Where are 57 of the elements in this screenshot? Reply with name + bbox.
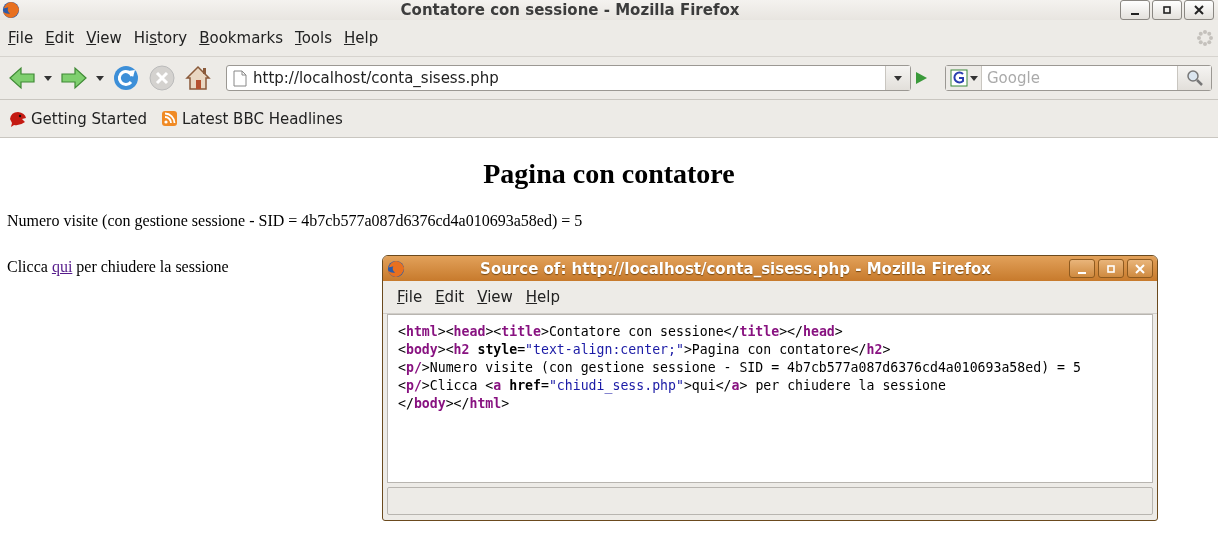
search-field[interactable]: Google [945, 65, 1212, 91]
page-heading: Pagina con contatore [482, 158, 736, 190]
minimize-icon [1131, 13, 1139, 15]
code-line: <body><h2 style="text-align:center;">Pagina con contatore</h2> [398, 342, 891, 357]
menu-item[interactable]: View [471, 288, 520, 306]
history-dropdown-button[interactable] [885, 66, 910, 90]
window-title: Contatore con sessione - Mozilla Firefox [399, 1, 741, 19]
code-line: <p/>Numero visite (con gestione sessione - SID = 4b7cb577a087d6376cd4a010693a58ed) = 5 [398, 360, 1081, 375]
code-line: </body></html> [398, 396, 510, 411]
menu-item[interactable]: Help [337, 27, 385, 49]
play-icon [913, 70, 929, 86]
minimize-icon [1078, 271, 1086, 274]
firefox-logo-icon [2, 1, 20, 19]
rss-feed-icon [161, 109, 179, 128]
menu-item[interactable]: File [2, 27, 40, 49]
right-arrow-icon [60, 66, 88, 90]
address-field[interactable]: http://localhost/conta_sisess.php [226, 65, 911, 91]
maximize-button[interactable] [1152, 0, 1182, 20]
forward-history-button[interactable] [94, 73, 106, 83]
caret-icon [894, 75, 902, 81]
back-history-button[interactable] [42, 73, 54, 83]
caret-icon [96, 75, 104, 81]
search-icon [1185, 69, 1204, 87]
code-line: <html><head><title>Contatore con sessione</title></head> [398, 324, 843, 339]
menu-item[interactable]: Help [519, 288, 567, 306]
code-line: <p/>Clicca <a href="chiudi_sess.php">qui</a> per chiudere la sessione [398, 378, 946, 393]
maximize-icon [1162, 5, 1172, 15]
house-icon [184, 64, 212, 92]
search-button[interactable] [1177, 66, 1211, 90]
window-title: Source of: http://localhost/conta_sisess.php - Mozilla Firefox [479, 259, 992, 278]
menu-item[interactable]: History [127, 27, 194, 49]
throbber-icon [1196, 29, 1214, 47]
bookmark-link[interactable]: Getting Started [8, 109, 147, 128]
paragraph: Numero visite (con gestione sessione - SID = 4b7cb577a087d6376cd4a010693a58ed) = 5 [7, 212, 584, 230]
firefox-logo-icon [387, 259, 405, 278]
maximize-button[interactable] [1098, 259, 1124, 278]
menu-item[interactable]: Bookmarks [193, 27, 289, 49]
reload-icon [112, 64, 140, 92]
maximize-icon [1106, 263, 1116, 274]
menu-item[interactable]: View [80, 27, 128, 49]
bookmark-link[interactable]: Latest BBC Headlines [161, 109, 343, 128]
close-icon [1194, 5, 1204, 15]
minimize-button[interactable] [1120, 0, 1150, 20]
link[interactable]: qui [51, 258, 73, 275]
search-engine-button[interactable] [946, 66, 982, 90]
close-icon [1135, 263, 1145, 274]
menu-item[interactable]: File [391, 288, 430, 306]
stop-icon [148, 64, 176, 92]
close-button[interactable] [1184, 0, 1214, 20]
letter-g-logo-icon [949, 69, 968, 87]
menu-item[interactable]: Tools [289, 27, 338, 49]
menu-item[interactable]: Edit [429, 288, 472, 306]
menu-item[interactable]: Edit [39, 27, 81, 49]
left-arrow-icon [8, 66, 36, 90]
page-icon [233, 69, 247, 87]
caret-icon [969, 75, 978, 81]
caret-icon [44, 75, 52, 81]
